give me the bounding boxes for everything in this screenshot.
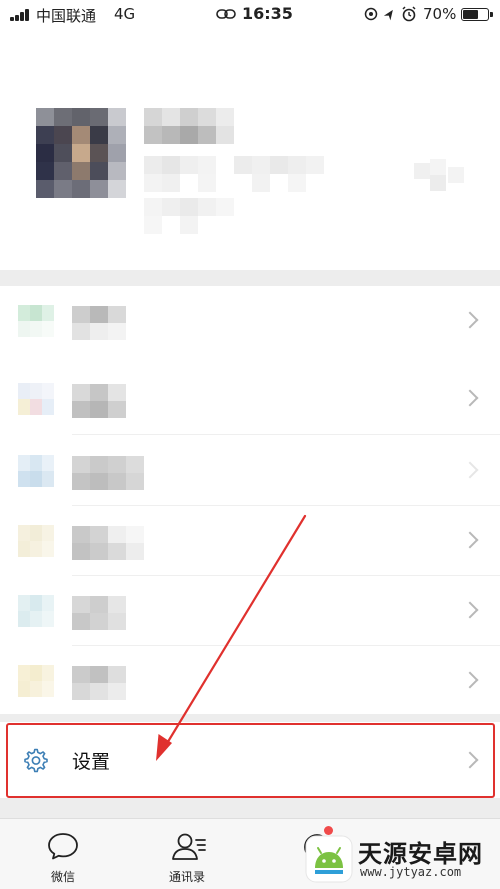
clock: 16:35 — [242, 4, 293, 23]
menu-item-2[interactable] — [0, 364, 500, 434]
menu-item-6-label-blurred — [72, 666, 144, 700]
profile-status-blurred — [144, 198, 254, 234]
chevron-right-icon — [461, 751, 479, 769]
profile-card[interactable] — [0, 28, 500, 270]
tab-label: 微信 — [50, 870, 75, 884]
menu-item-4-icon — [18, 525, 54, 557]
settings-label: 设置 — [72, 751, 111, 773]
settings-item[interactable]: 设置 — [0, 722, 500, 798]
menu-item-5-label-blurred — [72, 596, 144, 630]
battery-level — [463, 10, 479, 19]
system-status-icons — [364, 6, 416, 22]
menu-item-1-icon — [18, 305, 54, 337]
watermark-url: www.jytyaz.com — [360, 865, 462, 879]
android-logo-icon — [305, 835, 353, 883]
signal-icon — [10, 9, 32, 21]
contacts-icon — [172, 833, 206, 860]
menu-item-3[interactable] — [0, 436, 500, 506]
battery-icon — [461, 8, 493, 21]
menu-item-6[interactable] — [0, 646, 500, 716]
menu-item-2-icon — [18, 383, 54, 415]
watermark-title: 天源安卓网 — [358, 840, 483, 868]
menu-item-2-label-blurred — [72, 384, 144, 418]
watermark: 天源安卓网 www.jytyaz.com — [300, 832, 500, 889]
gear-icon — [24, 748, 48, 773]
battery-percentage: 70% — [423, 5, 457, 23]
avatar[interactable] — [36, 108, 126, 198]
qr-code-icon[interactable] — [414, 159, 464, 193]
status-bar: 中国联通 4G 16:35 70% — [0, 0, 500, 28]
menu-item-4-label-blurred — [72, 526, 144, 560]
chat-bubble-icon — [48, 833, 78, 860]
divider — [72, 505, 500, 506]
menu-list — [0, 286, 500, 714]
tab-contacts[interactable]: 通讯录 — [132, 819, 242, 889]
chevron-right-icon — [461, 389, 479, 407]
profile-name-blurred — [144, 108, 236, 144]
menu-item-4[interactable] — [0, 506, 500, 576]
menu-item-3-label-blurred — [72, 456, 144, 490]
divider — [72, 434, 500, 435]
chevron-right-icon — [461, 461, 479, 479]
carrier-name: 中国联通 — [36, 7, 97, 25]
tab-chats[interactable]: 微信 — [8, 819, 118, 889]
chevron-right-icon — [461, 671, 479, 689]
menu-item-5-icon — [18, 595, 54, 627]
menu-item-5[interactable] — [0, 576, 500, 646]
chevron-right-icon — [461, 531, 479, 549]
divider — [72, 645, 500, 646]
chevron-right-icon — [461, 311, 479, 329]
network-type: 4G — [114, 5, 136, 23]
profile-id-blurred — [144, 156, 326, 196]
chevron-right-icon — [461, 601, 479, 619]
menu-item-1[interactable] — [0, 286, 500, 356]
menu-item-6-icon — [18, 665, 54, 697]
link-icon — [216, 9, 236, 19]
tab-label: 通讯录 — [168, 870, 205, 884]
menu-item-3-icon — [18, 455, 54, 487]
divider — [72, 575, 500, 576]
menu-item-1-label-blurred — [72, 306, 144, 340]
